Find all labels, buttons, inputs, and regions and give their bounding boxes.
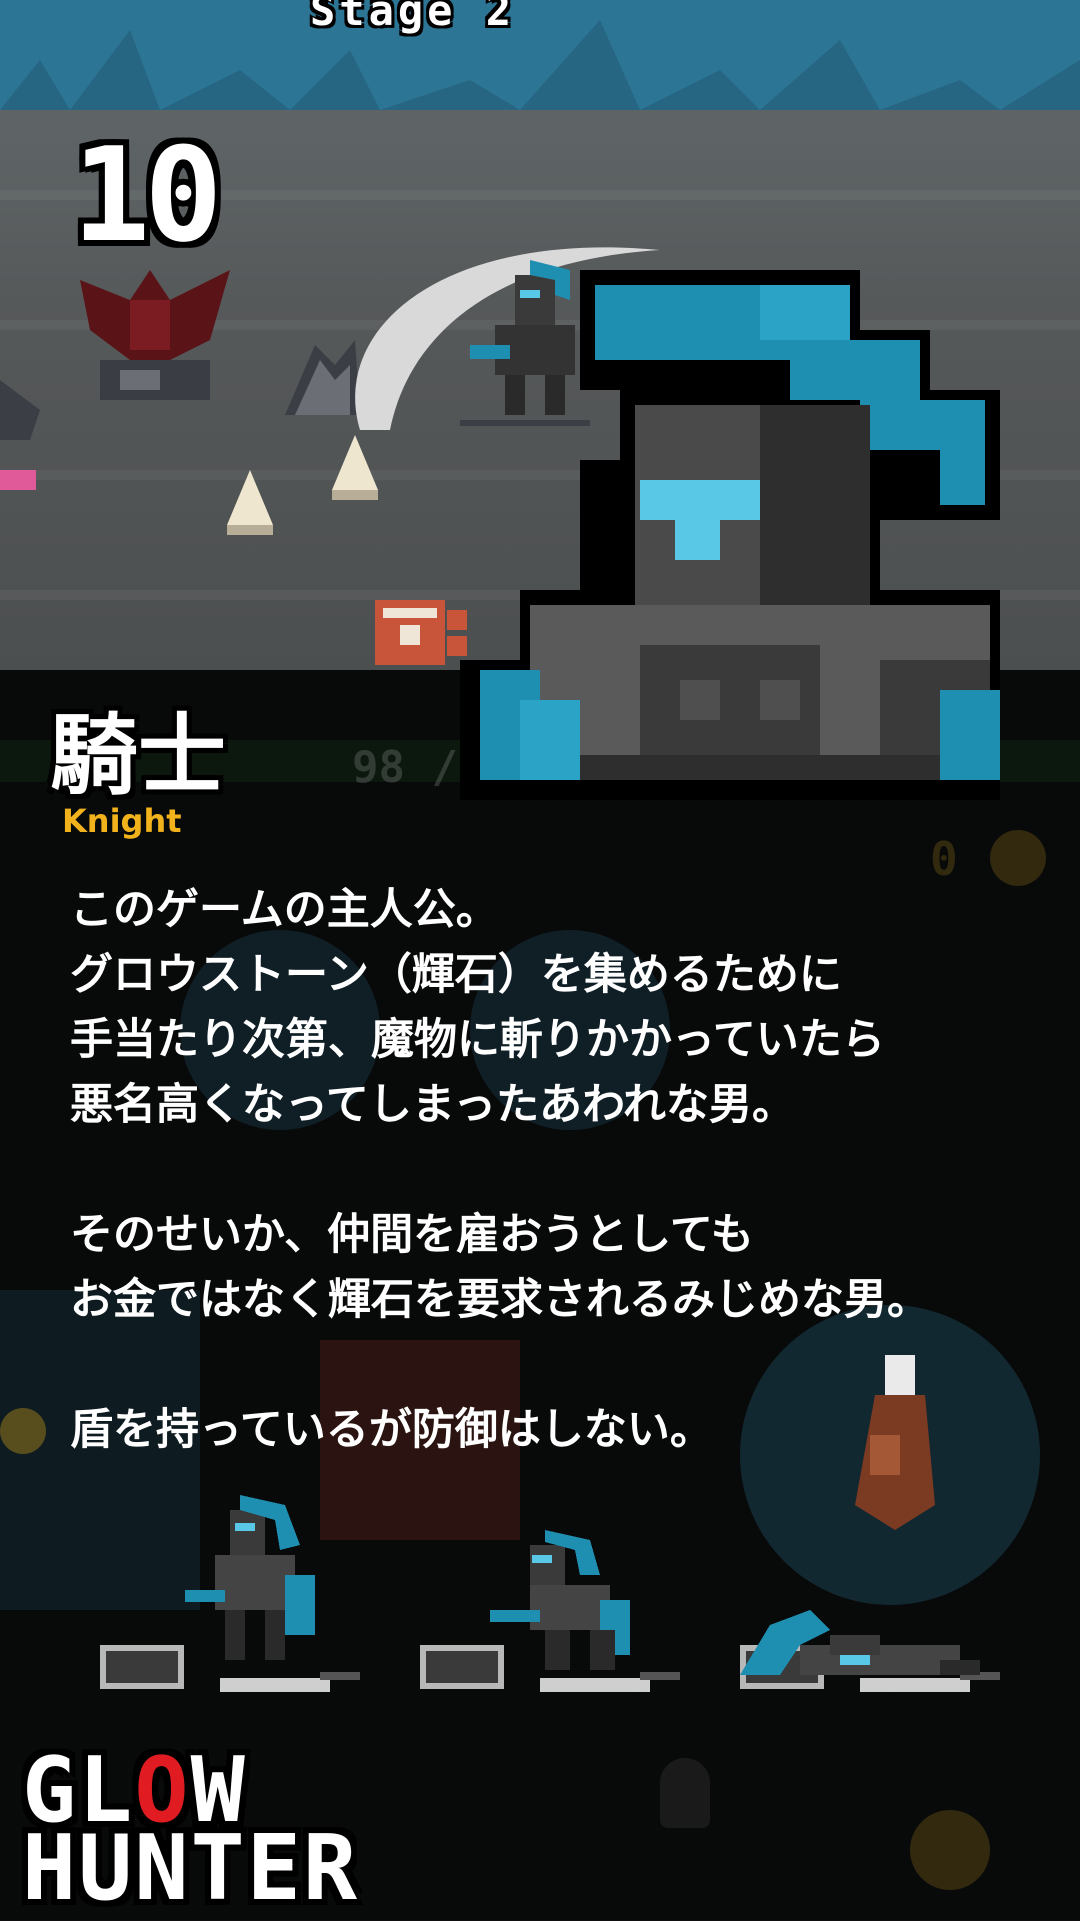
- lock-icon: [660, 1758, 710, 1828]
- knight-pose-idle: [185, 1495, 315, 1660]
- description-line: 盾を持っているが防御はしない。: [70, 1405, 713, 1455]
- knight-pose-attack: [490, 1530, 630, 1670]
- game-logo: GLOW HUNTER: [22, 1746, 360, 1921]
- combo-counter: 10: [72, 119, 223, 271]
- spike-drop: [332, 435, 378, 500]
- pose-shadow: [540, 1678, 650, 1692]
- spike-drop: [227, 470, 273, 535]
- character-name-english: Knight: [62, 802, 182, 840]
- pose-base: [100, 1645, 184, 1689]
- knight-pose-down: [740, 1610, 980, 1675]
- description-line: そのせいか、仲間を雇おうとしても: [70, 1210, 754, 1260]
- demon-enemy: [80, 270, 230, 400]
- logo-line-2: HUNTER: [22, 1816, 360, 1921]
- pink-enemy: [0, 470, 36, 490]
- character-description: このゲームの主人公。 グロウストーン（輝石）を集めるために 手当たり次第、魔物に…: [70, 878, 1030, 1463]
- coin-icon: [0, 1408, 46, 1454]
- description-line: 手当たり次第、魔物に斬りかかっていたら: [70, 1015, 885, 1065]
- stage-label: Stage 2: [310, 0, 516, 35]
- knight-portrait: [460, 270, 1000, 800]
- description-line: [70, 1333, 1030, 1398]
- description-line: [70, 1138, 1030, 1203]
- enemy-partial: [0, 380, 40, 440]
- description-line: 悪名高くなってしまったあわれな男。: [70, 1080, 795, 1130]
- coin-icon: [910, 1810, 990, 1890]
- description-line: お金ではなく輝石を要求されるみじめな男。: [70, 1275, 930, 1325]
- pose-shadow: [220, 1678, 330, 1692]
- description-line: グロウストーン（輝石）を集めるために: [70, 950, 842, 1000]
- character-name-japanese: 騎士: [50, 704, 227, 807]
- description-line: このゲームの主人公。: [70, 885, 499, 935]
